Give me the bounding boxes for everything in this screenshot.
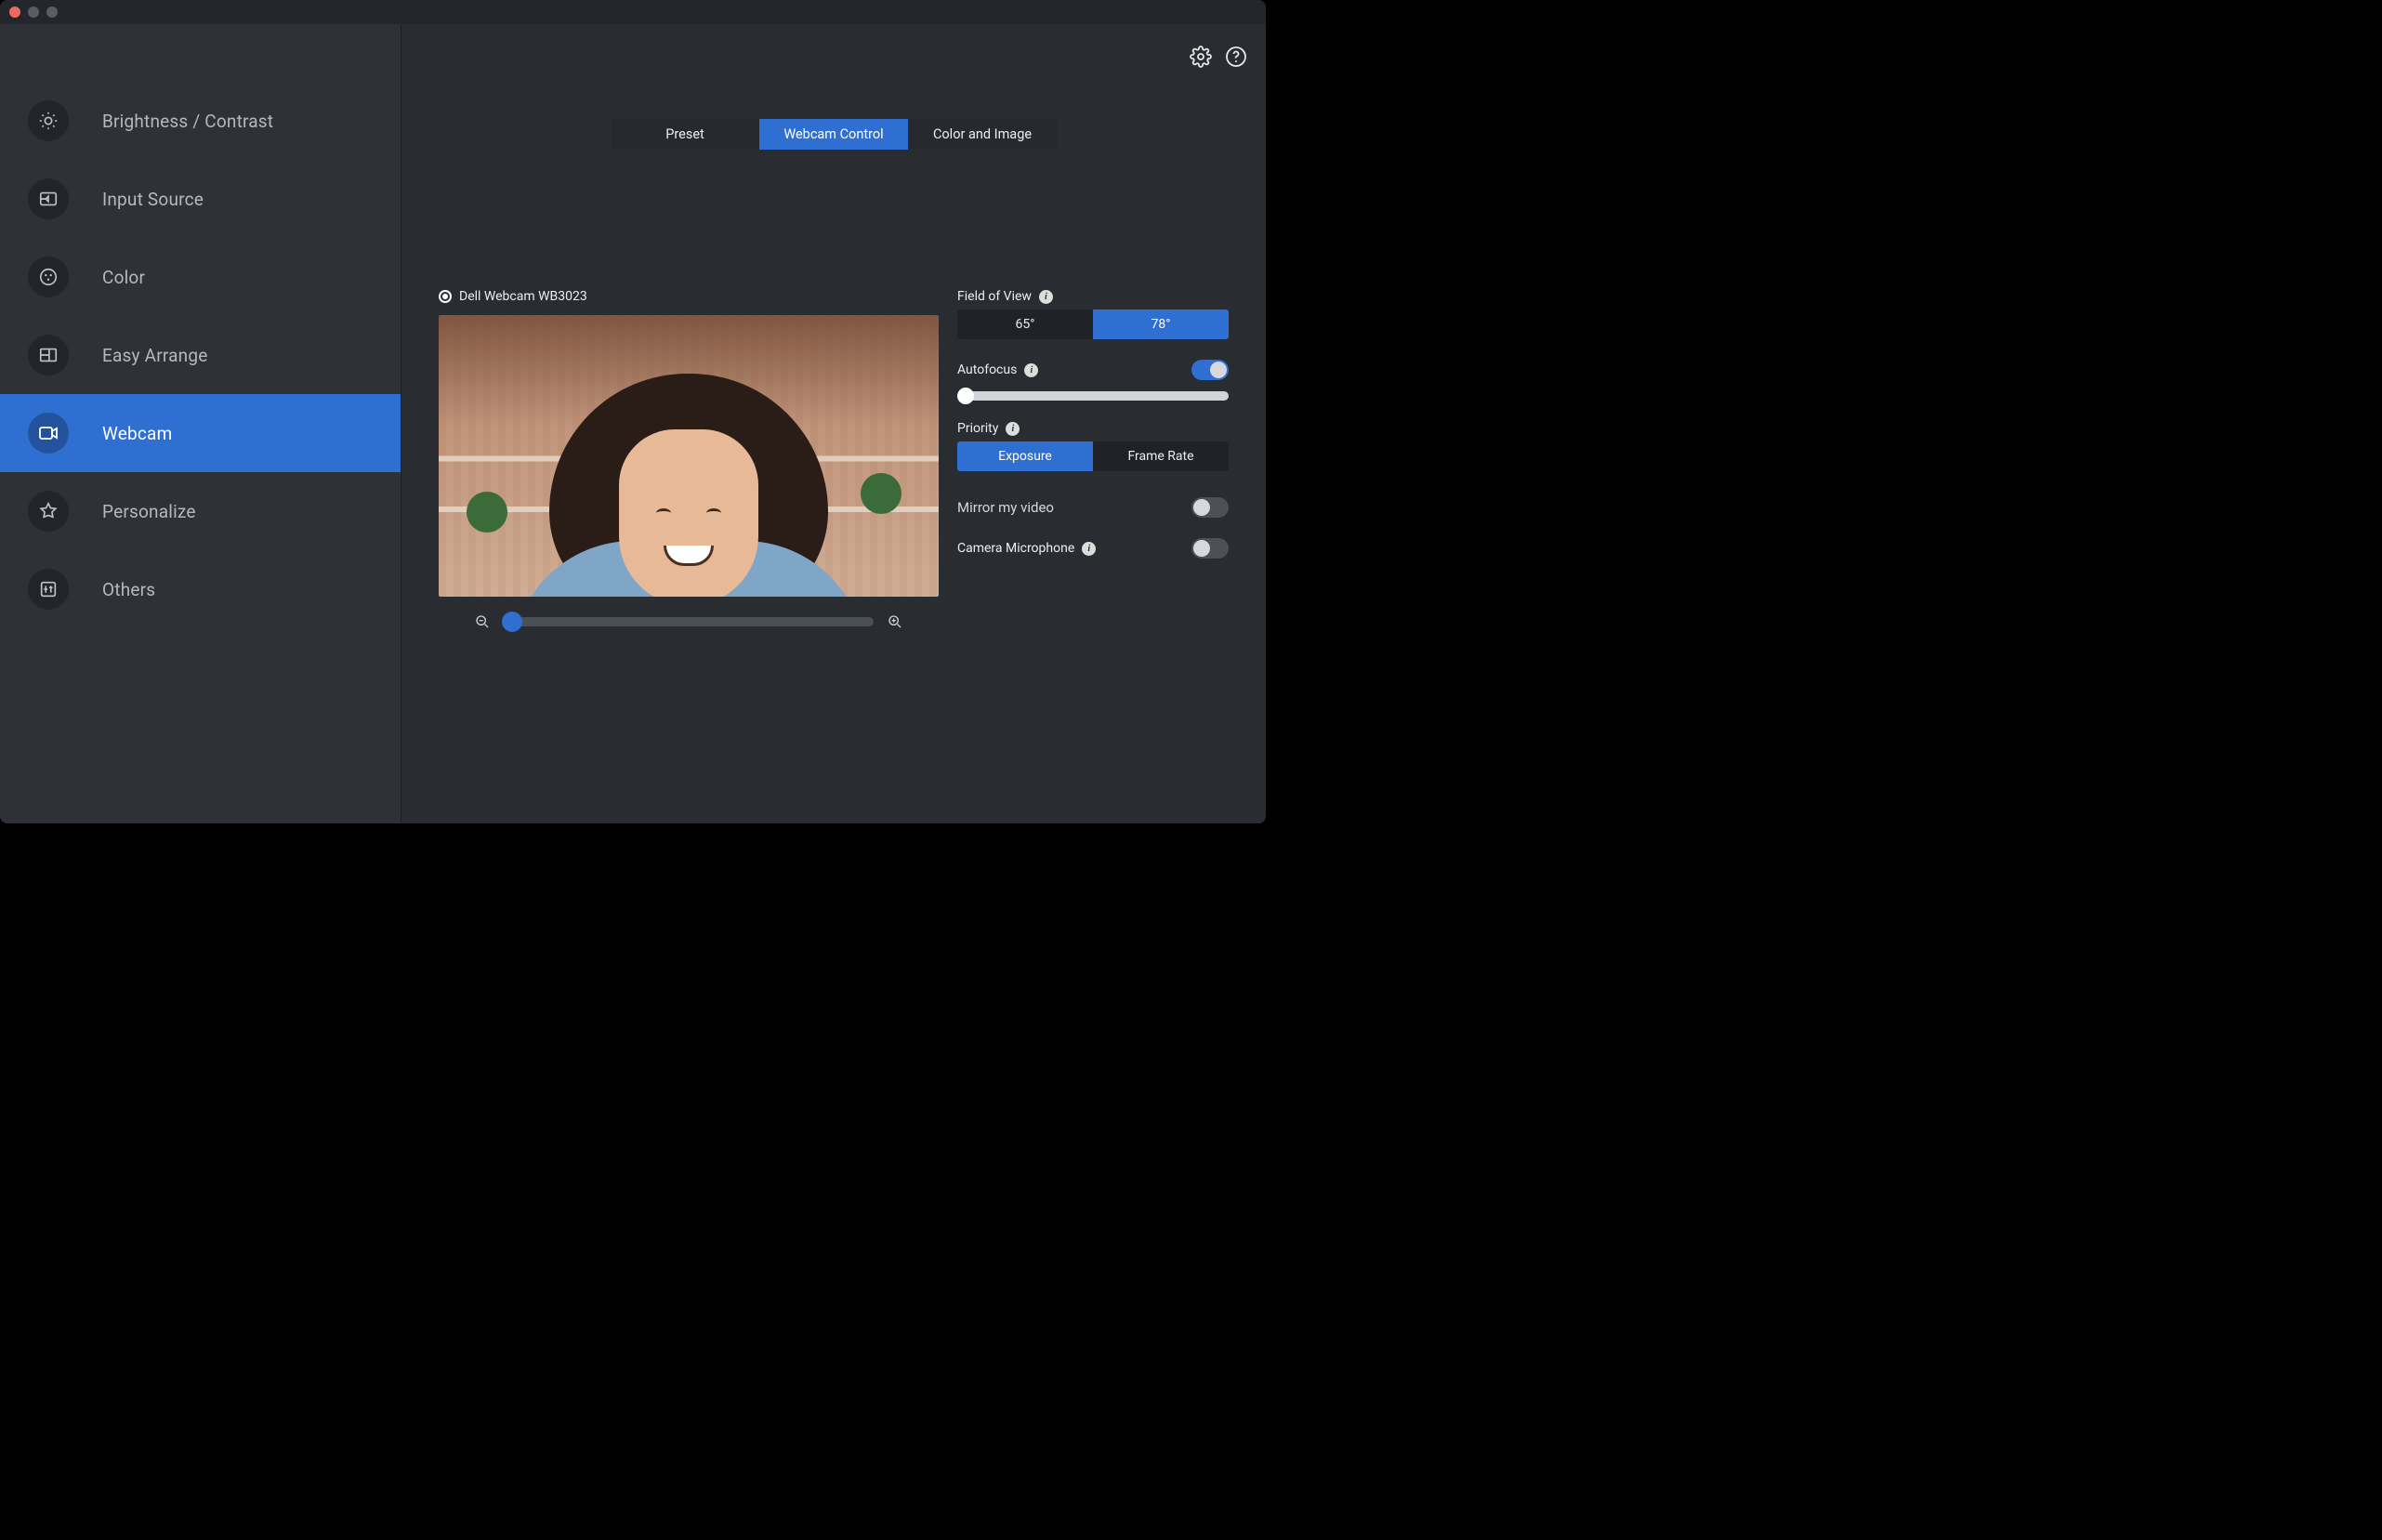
focus-slider-thumb[interactable] [957,388,974,404]
priority-label: Priority [957,421,998,436]
sidebar-item-personalize[interactable]: Personalize [0,472,401,550]
personalize-icon [28,491,69,532]
sidebar-item-label: Input Source [102,189,204,210]
sidebar-item-brightness[interactable]: Brightness / Contrast [0,82,401,160]
info-icon[interactable]: i [1006,422,1020,436]
sidebar-item-easy-arrange[interactable]: Easy Arrange [0,316,401,394]
priority-segmented: Exposure Frame Rate [957,441,1229,471]
camera-device-name: Dell Webcam WB3023 [459,289,587,304]
sidebar: Brightness / Contrast Input Source Color… [0,24,401,823]
priority-option-exposure[interactable]: Exposure [957,441,1093,471]
window-body: Brightness / Contrast Input Source Color… [0,24,1266,823]
webcam-preview [439,315,939,597]
help-button[interactable] [1223,44,1249,70]
autofocus-label: Autofocus [957,362,1017,377]
sidebar-item-label: Webcam [102,423,172,444]
sidebar-item-label: Personalize [102,501,196,522]
priority-control: Priority i Exposure Frame Rate [957,421,1229,471]
zoom-in-icon[interactable] [887,613,903,630]
zoom-slider-thumb[interactable] [502,612,522,632]
camera-device-label: Dell Webcam WB3023 [439,289,939,304]
info-icon[interactable]: i [1082,542,1096,556]
sidebar-item-input-source[interactable]: Input Source [0,160,401,238]
tab-preset[interactable]: Preset [611,119,759,150]
mic-toggle[interactable] [1191,538,1229,559]
mirror-toggle[interactable] [1191,497,1229,518]
priority-option-frame-rate[interactable]: Frame Rate [1093,441,1229,471]
controls-column: Field of View i 65° 78° Autofocus i [957,289,1229,823]
mic-control: Camera Microphone i [957,538,1229,559]
sidebar-item-label: Brightness / Contrast [102,111,273,132]
zoom-out-icon[interactable] [474,613,491,630]
tab-bar: Preset Webcam Control Color and Image [401,119,1266,150]
sidebar-item-label: Color [102,267,145,288]
sidebar-item-label: Others [102,579,155,600]
window-minimize-button[interactable] [28,7,39,18]
content-area: Dell Webcam WB3023 [401,289,1266,823]
window-close-button[interactable] [9,7,20,18]
easy-arrange-icon [28,335,69,375]
fov-control: Field of View i 65° 78° [957,289,1229,339]
info-icon[interactable]: i [1039,290,1053,304]
titlebar [0,0,1266,24]
preview-column: Dell Webcam WB3023 [439,289,939,823]
autofocus-control: Autofocus i [957,360,1229,401]
focus-slider[interactable] [957,391,1229,401]
mic-label: Camera Microphone [957,541,1074,556]
tab-color-image[interactable]: Color and Image [908,119,1057,150]
mirror-control: Mirror my video [957,497,1229,518]
input-source-icon [28,178,69,219]
color-icon [28,257,69,297]
zoom-slider[interactable] [504,617,874,626]
zoom-slider-row [474,613,903,630]
others-icon [28,569,69,610]
tab-webcam-control[interactable]: Webcam Control [759,119,908,150]
fov-label: Field of View [957,289,1032,304]
fov-segmented: 65° 78° [957,309,1229,339]
settings-button[interactable] [1188,44,1214,70]
fov-option-65[interactable]: 65° [957,309,1093,339]
webcam-icon [28,413,69,454]
sidebar-item-webcam[interactable]: Webcam [0,394,401,472]
fov-option-78[interactable]: 78° [1093,309,1229,339]
brightness-icon [28,100,69,141]
main-panel: Preset Webcam Control Color and Image De… [401,24,1266,823]
sidebar-item-color[interactable]: Color [0,238,401,316]
window-zoom-button[interactable] [46,7,58,18]
sidebar-item-label: Easy Arrange [102,345,208,366]
camera-indicator-icon [439,290,452,303]
info-icon[interactable]: i [1024,363,1038,377]
app-window: Brightness / Contrast Input Source Color… [0,0,1266,823]
sidebar-item-others[interactable]: Others [0,550,401,628]
topbar [401,24,1266,89]
autofocus-toggle[interactable] [1191,360,1229,380]
mirror-label: Mirror my video [957,499,1054,516]
